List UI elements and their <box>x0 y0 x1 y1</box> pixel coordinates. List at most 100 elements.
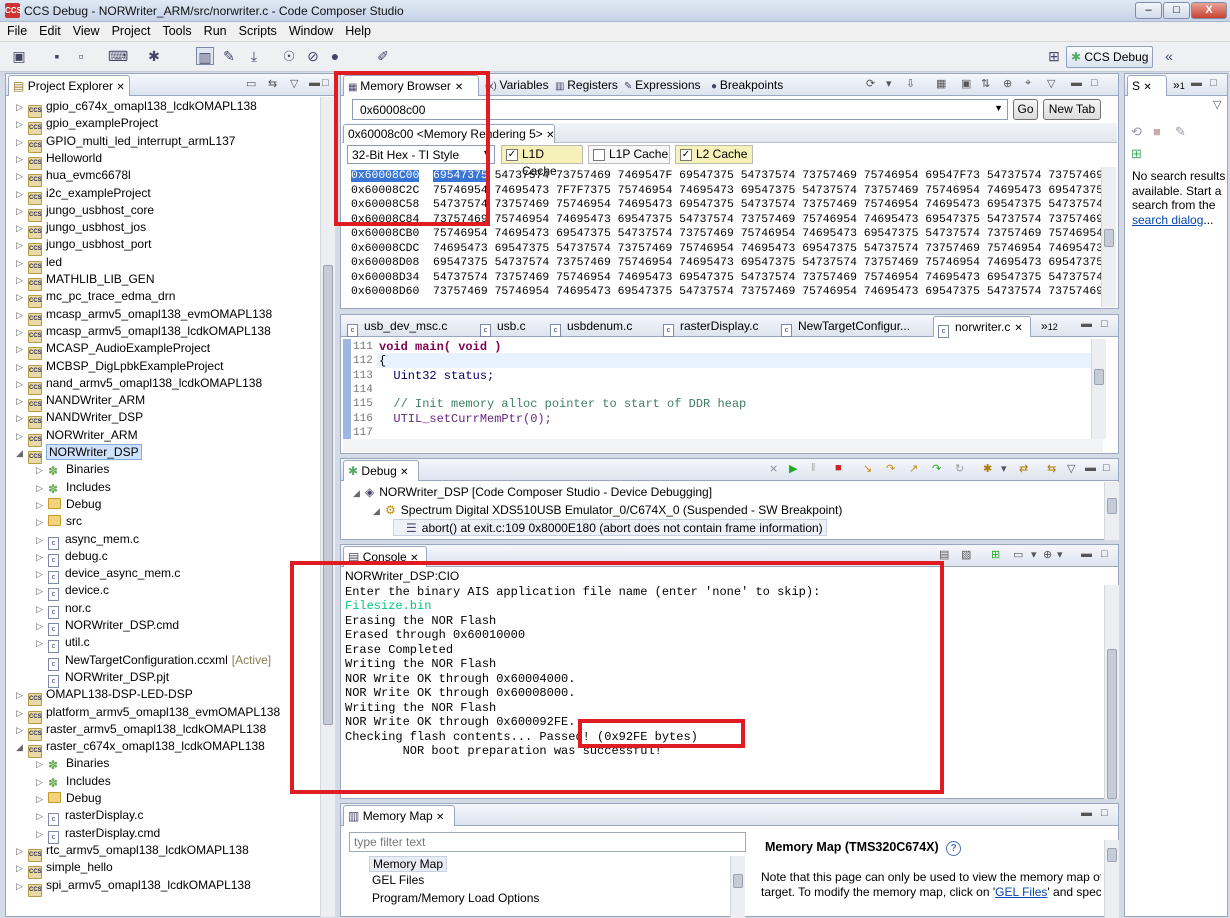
tree-item[interactable]: ▷ ✽ Binaries <box>36 461 109 478</box>
scroll-thumb[interactable] <box>1107 649 1117 799</box>
memory-value[interactable]: 75746954 <box>802 214 857 226</box>
refresh-icon[interactable]: ⟳ <box>866 77 875 90</box>
menu-run[interactable]: Run <box>197 22 232 41</box>
debug-icon[interactable]: ✱ <box>145 47 163 65</box>
memory-value[interactable]: 54737574 <box>433 272 488 284</box>
tree-item[interactable]: ▷ Debug <box>36 790 101 807</box>
clear-console-icon[interactable]: ▧ <box>961 548 971 561</box>
collapsed-arrow-icon[interactable]: ▷ <box>16 359 28 376</box>
close-icon[interactable]: ✕ <box>400 467 408 478</box>
collapsed-arrow-icon[interactable]: ▷ <box>16 860 28 877</box>
tab-variables[interactable]: (x) Variables <box>481 75 549 96</box>
close-icon[interactable]: ✕ <box>1143 82 1151 93</box>
debug-tree-item[interactable]: ☰ abort() at exit.c:109 0x8000E180 (abort… <box>393 519 827 536</box>
memory-value[interactable]: 54737574 <box>802 185 857 197</box>
view-menu-icon[interactable]: ▽ <box>1213 98 1221 111</box>
memory-value[interactable]: 75746954 <box>679 243 734 255</box>
memory-value[interactable]: 74695473 <box>925 272 980 284</box>
memory-value[interactable]: 69547375 <box>618 286 673 298</box>
dropdown-icon[interactable]: ▾ <box>1031 548 1037 561</box>
memory-value[interactable]: 69547375 <box>1048 257 1103 269</box>
maximize-view-icon[interactable]: □ <box>322 77 329 89</box>
tree-item[interactable]: ▷ c async_mem.c <box>36 531 139 550</box>
memory-value[interactable]: 75746954 <box>618 185 673 197</box>
tree-item[interactable]: ▷ CCS nand_armv5_omapl138_lcdkOMAPL138 <box>16 375 262 395</box>
restart-icon[interactable]: ✱ <box>983 462 992 475</box>
tree-item[interactable]: ▷ CCS NORWriter_ARM <box>16 427 138 447</box>
memory-value[interactable]: 54737574 <box>679 286 734 298</box>
collapsed-arrow-icon[interactable]: ▷ <box>16 687 28 704</box>
code-line[interactable]: void main( void ) <box>379 340 501 354</box>
assembly-step-icon[interactable]: ↷ <box>932 462 941 475</box>
tree-item[interactable]: ▷ CCS i2c_exampleProject <box>16 185 151 205</box>
reset-icon[interactable]: ↻ <box>955 462 964 475</box>
tab-breakpoints[interactable]: ● Breakpoints <box>707 75 795 96</box>
maximize-view-icon[interactable]: □ <box>1101 318 1108 330</box>
search-dialog-link[interactable]: search dialog <box>1132 213 1203 227</box>
memory-value[interactable]: 74695473 <box>987 257 1042 269</box>
collapsed-arrow-icon[interactable]: ▷ <box>16 428 28 445</box>
memory-value[interactable]: 73757469 <box>1048 170 1103 182</box>
collapsed-arrow-icon[interactable]: ▷ <box>36 601 48 618</box>
memory-value[interactable]: 73757469 <box>864 257 919 269</box>
code-line[interactable]: { <box>379 354 386 368</box>
memory-value[interactable]: 74695473 <box>679 257 734 269</box>
save-icon[interactable]: ▪ <box>48 47 66 65</box>
memory-value[interactable]: 74695473 <box>987 185 1042 197</box>
memory-value[interactable]: 74695473 <box>679 185 734 197</box>
collapsed-arrow-icon[interactable]: ▷ <box>16 393 28 410</box>
tab-memory-map[interactable]: ▥ Memory Map ✕ <box>343 805 455 826</box>
memory-value[interactable]: 54737574 <box>495 257 550 269</box>
memory-value[interactable]: 73757469 <box>495 272 550 284</box>
collapsed-arrow-icon[interactable]: ▷ <box>16 134 28 151</box>
link-icon[interactable]: ✎ <box>220 47 238 65</box>
filter-input[interactable]: type filter text <box>349 832 746 852</box>
collapsed-arrow-icon[interactable]: ▷ <box>16 376 28 393</box>
minimize-view-icon[interactable]: ▬ <box>1071 77 1082 89</box>
tree-item[interactable]: ▷ CCS MATHLIB_LIB_GEN <box>16 271 154 291</box>
memory-value[interactable]: 75746954 <box>618 257 673 269</box>
menu-edit[interactable]: Edit <box>32 22 66 41</box>
scroll-thumb[interactable] <box>1107 848 1117 862</box>
memory-value[interactable]: 75746954 <box>864 170 919 182</box>
scroll-thumb[interactable] <box>1107 498 1117 514</box>
stop-search-icon[interactable]: ■ <box>1153 124 1161 139</box>
editor-hscroll[interactable] <box>343 439 1103 452</box>
memory-value[interactable]: 54737574 <box>741 170 796 182</box>
tree-item[interactable]: ▷ CCS jungo_usbhost_core <box>16 202 154 222</box>
collapsed-arrow-icon[interactable]: ▷ <box>36 583 48 600</box>
tree-item[interactable]: ▷ CCS mcasp_armv5_omapl138_evmOMAPL138 <box>16 306 272 326</box>
collapsed-arrow-icon[interactable]: ▷ <box>36 791 48 808</box>
tree-item[interactable]: ▷ CCS NANDWriter_ARM <box>16 392 145 413</box>
build-icon[interactable]: ▥ <box>196 47 214 65</box>
minimize-view-icon[interactable]: ▬ <box>1081 318 1092 330</box>
collapsed-arrow-icon[interactable]: ▷ <box>16 220 28 237</box>
refresh-search-icon[interactable]: ⟲ <box>1131 124 1142 140</box>
collapsed-arrow-icon[interactable]: ▷ <box>16 99 28 116</box>
dropdown-icon[interactable]: ▾ <box>1057 548 1063 561</box>
menu-file[interactable]: File <box>0 22 32 41</box>
memory-address[interactable]: 0x60008D60 <box>351 286 419 298</box>
menu-project[interactable]: Project <box>105 22 156 41</box>
load-memory-icon[interactable]: ⇅ <box>981 77 990 90</box>
tree-item[interactable]: ▷ CCS MCBSP_DigLpbkExampleProject <box>16 358 223 378</box>
perspective-more-icon[interactable]: « <box>1160 47 1178 65</box>
tree-item[interactable]: c NewTargetConfiguration.ccxml [Active] <box>36 652 271 671</box>
minimize-view-icon[interactable]: ▬ <box>1081 807 1092 819</box>
memory-value[interactable]: 75746954 <box>495 214 550 226</box>
collapsed-arrow-icon[interactable]: ▷ <box>36 808 48 825</box>
memory-address[interactable]: 0x60008D08 <box>351 257 419 269</box>
memory-value[interactable]: 73757469 <box>1048 286 1103 298</box>
maximize-button[interactable]: □ <box>1163 2 1190 19</box>
maximize-view-icon[interactable]: □ <box>1101 807 1108 819</box>
project-tree-scrollbar[interactable] <box>320 97 335 917</box>
maximize-view-icon[interactable]: □ <box>1091 77 1098 89</box>
memory-value[interactable]: 73757469 <box>1048 214 1103 226</box>
memory-value[interactable]: 69547375 <box>925 286 980 298</box>
memory-value[interactable]: 75746954 <box>556 272 611 284</box>
collapsed-arrow-icon[interactable]: ▷ <box>36 532 48 549</box>
display-console-icon[interactable]: ▭ <box>1013 548 1023 561</box>
run-icon[interactable]: ● <box>326 47 344 65</box>
suspend-icon[interactable]: ‖ <box>811 462 816 474</box>
collapsed-arrow-icon[interactable]: ▷ <box>16 341 28 358</box>
